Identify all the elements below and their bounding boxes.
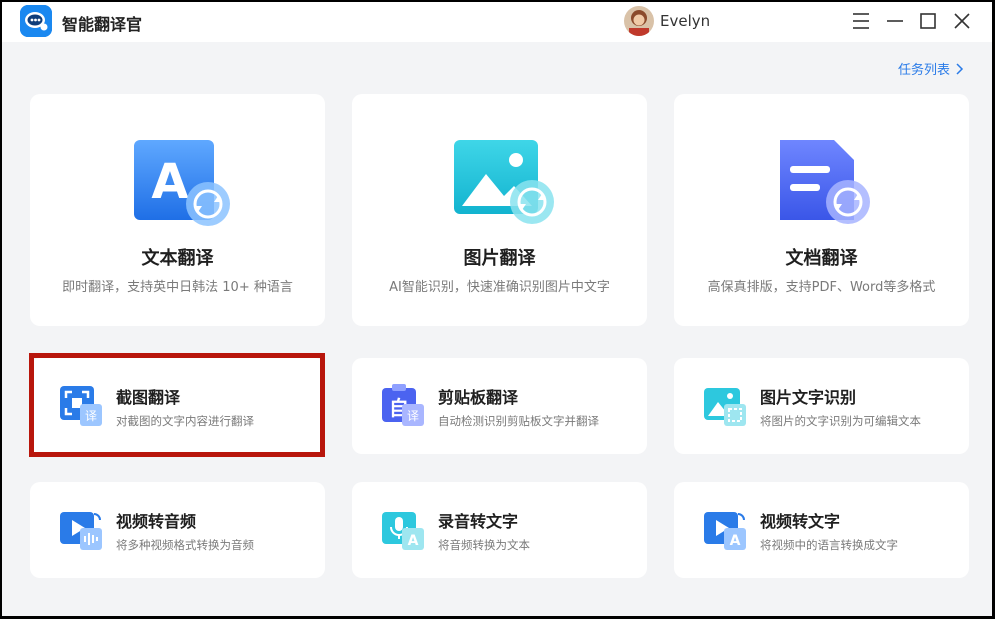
svg-text:译: 译: [85, 409, 97, 423]
video-to-text-card[interactable]: A 视频转文字 将视频中的语言转换成文字: [674, 482, 969, 578]
image-translate-card[interactable]: 图片翻译 AI智能识别，快速准确识别图片中文字: [352, 94, 647, 326]
card-title: 视频转音频: [116, 512, 197, 531]
text-translate-card[interactable]: A 文本翻译 即时翻译，支持英中日韩法 10+ 种语言: [30, 94, 325, 326]
svg-text:A: A: [408, 533, 419, 549]
image-ocr-icon: [702, 384, 750, 428]
clipboard-translate-card[interactable]: 自 译 剪贴板翻译 自动检测识别剪贴板文字并翻译: [352, 358, 647, 454]
app-window: 智能翻译官 Evelyn 任务列表 A 文本翻译 即时翻译，支持英中日韩法 10…: [2, 2, 992, 616]
image-translate-icon: [452, 136, 554, 228]
svg-text:A: A: [151, 154, 188, 210]
document-translate-card[interactable]: 文档翻译 高保真排版，支持PDF、Word等多格式: [674, 94, 969, 326]
text-translate-icon: A: [130, 136, 232, 228]
user-profile[interactable]: Evelyn: [624, 6, 710, 36]
card-title: 视频转文字: [760, 512, 841, 531]
chevron-right-icon: [956, 62, 964, 75]
minimize-icon[interactable]: [882, 8, 908, 34]
card-description: 将视频中的语言转换成文字: [760, 538, 898, 552]
title-bar: 智能翻译官 Evelyn: [2, 2, 992, 42]
card-title: 剪贴板翻译: [438, 388, 519, 407]
close-icon[interactable]: [949, 8, 975, 34]
video-to-audio-card[interactable]: 视频转音频 将多种视频格式转换为音频: [30, 482, 325, 578]
svg-text:译: 译: [407, 409, 419, 423]
card-description: 自动检测识别剪贴板文字并翻译: [438, 414, 599, 428]
screenshot-translate-icon: 译: [58, 384, 106, 428]
audio-to-text-icon: A: [380, 508, 428, 552]
maximize-icon[interactable]: [915, 8, 941, 34]
card-title: 截图翻译: [116, 388, 181, 407]
task-list-link[interactable]: 任务列表: [898, 59, 964, 78]
video-to-audio-icon: [58, 508, 106, 552]
avatar[interactable]: [624, 6, 654, 36]
username: Evelyn: [660, 12, 711, 30]
svg-text:A: A: [730, 533, 741, 549]
card-title: 文档翻译: [785, 248, 858, 269]
image-ocr-card[interactable]: 图片文字识别 将图片的文字识别为可编辑文本: [674, 358, 969, 454]
card-title: 图片翻译: [463, 248, 536, 269]
task-list-label: 任务列表: [897, 63, 950, 78]
card-description: 即时翻译，支持英中日韩法 10+ 种语言: [62, 280, 293, 295]
card-title: 录音转文字: [438, 512, 519, 531]
video-to-text-icon: A: [702, 508, 750, 552]
card-title: 图片文字识别: [760, 388, 857, 407]
app-title: 智能翻译官: [62, 15, 143, 34]
card-description: 高保真排版，支持PDF、Word等多格式: [707, 280, 936, 295]
document-translate-icon: [774, 136, 876, 228]
card-description: 将音频转换为文本: [438, 538, 530, 552]
clipboard-translate-icon: 自 译: [380, 384, 428, 428]
audio-to-text-card[interactable]: A 录音转文字 将音频转换为文本: [352, 482, 647, 578]
card-description: AI智能识别，快速准确识别图片中文字: [389, 280, 610, 295]
card-description: 将多种视频格式转换为音频: [116, 538, 254, 552]
card-description: 对截图的文字内容进行翻译: [116, 414, 254, 428]
menu-icon[interactable]: [848, 8, 874, 34]
card-title: 文本翻译: [141, 248, 214, 269]
screenshot-translate-card[interactable]: 译 截图翻译 对截图的文字内容进行翻译: [30, 358, 325, 454]
app-logo-icon: [20, 5, 52, 37]
card-description: 将图片的文字识别为可编辑文本: [760, 414, 921, 428]
